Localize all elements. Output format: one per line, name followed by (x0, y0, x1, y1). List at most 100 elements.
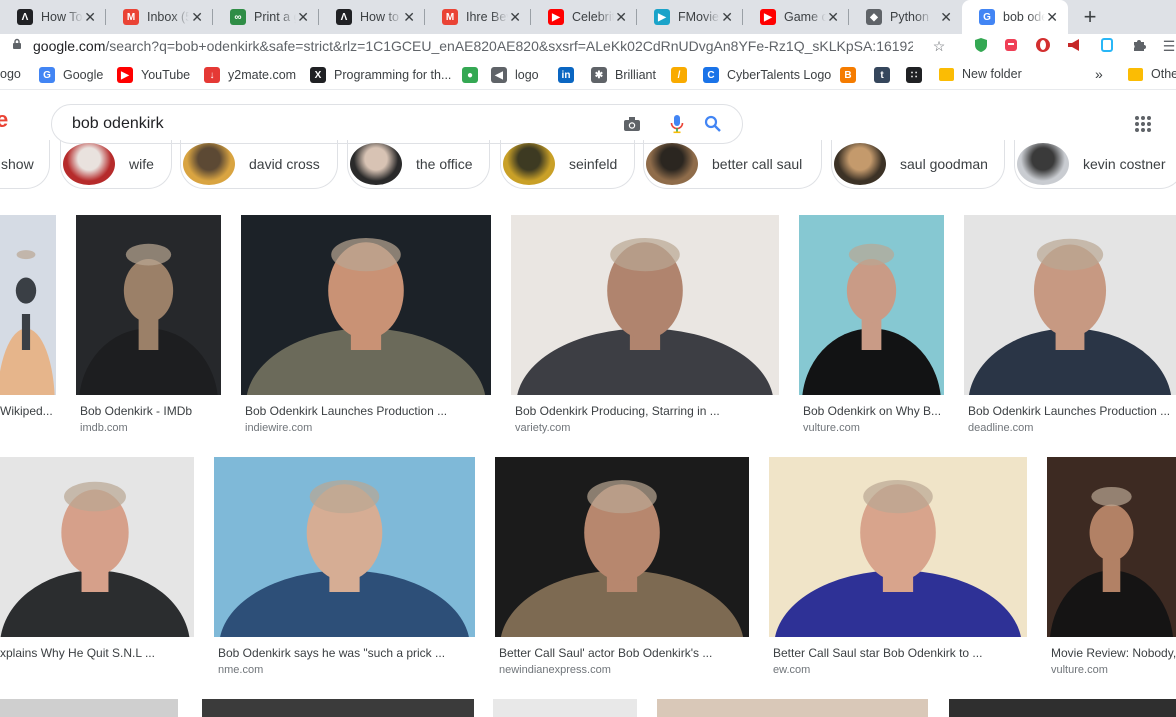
result-caption[interactable]: Movie Review: Nobody, (1051, 646, 1176, 660)
result-caption[interactable]: Bob Odenkirk Producing, Starring in ... (515, 404, 720, 418)
image-result[interactable]: Bob Odenkirk Launches Production ... indi… (241, 215, 491, 435)
image-result[interactable]: Bob Odenkirk Producing, Starring in ... v… (511, 215, 779, 435)
result-thumbnail[interactable] (76, 215, 221, 395)
result-thumbnail[interactable] (799, 215, 944, 395)
search-input[interactable]: bob odenkirk (72, 115, 164, 133)
image-result[interactable]: Wikiped... (0, 215, 56, 435)
image-result[interactable]: Bob Odenkirk - IMDb imdb.com (76, 215, 221, 435)
bookmark-item[interactable]: B (840, 67, 856, 83)
google-logo-fragment[interactable]: e (0, 107, 8, 133)
bookmark-item[interactable]: / (671, 67, 687, 83)
result-source[interactable]: newindianexpress.com (499, 664, 611, 676)
result-source[interactable]: vulture.com (803, 422, 860, 434)
camera-icon[interactable] (623, 115, 641, 138)
bookmark-item[interactable]: ● (462, 67, 478, 83)
image-result[interactable]: Bob Odenkirk Launches Production ... dead… (964, 215, 1176, 435)
related-search-chip[interactable]: kevin costner (1014, 140, 1176, 189)
tab-close-icon[interactable]: ✕ (1046, 10, 1058, 24)
result-thumbnail[interactable] (202, 699, 474, 717)
related-search-chip[interactable]: david cross (180, 140, 338, 189)
bookmark-item[interactable]: ▶ YouTube (117, 67, 190, 83)
search-box[interactable]: bob odenkirk (51, 104, 743, 144)
result-caption[interactable]: Bob Odenkirk says he was "such a prick .… (218, 646, 445, 660)
result-source[interactable]: vulture.com (1051, 664, 1108, 676)
result-source[interactable]: deadline.com (968, 422, 1033, 434)
tab-2[interactable]: ∞ Print a g ✕ (213, 0, 319, 34)
tab-8[interactable]: ◆ Python ✕ (849, 0, 962, 34)
result-source[interactable]: variety.com (515, 422, 570, 434)
image-result[interactable]: Better Call Saul star Bob Odenkirk to ..… (769, 457, 1027, 677)
screenshot-extension-icon[interactable] (1098, 37, 1116, 55)
opera-extension-icon[interactable] (1034, 37, 1052, 55)
tab-close-icon[interactable]: ✕ (940, 10, 952, 24)
bookmark-item[interactable]: ✱ Brilliant (591, 67, 656, 83)
result-thumbnail[interactable] (1047, 457, 1176, 637)
bookmark-star-icon[interactable]: ☆ (930, 37, 948, 55)
related-search-chip[interactable]: better call saul (643, 140, 822, 189)
result-thumbnail[interactable] (241, 215, 491, 395)
google-apps-grid-icon[interactable] (1134, 115, 1152, 138)
tab-close-icon[interactable]: ✕ (191, 10, 203, 24)
search-icon[interactable] (704, 115, 722, 138)
result-thumbnail[interactable] (964, 215, 1176, 395)
bookmark-item[interactable]: X Programming for th... (310, 67, 451, 83)
bookmark-item[interactable]: ∷ (906, 67, 922, 83)
image-result[interactable]: Bob Odenkirk on Why B... vulture.com (799, 215, 944, 435)
result-thumbnail[interactable] (657, 699, 928, 717)
result-caption[interactable]: Bob Odenkirk - IMDb (80, 404, 192, 418)
microphone-icon[interactable] (670, 114, 684, 139)
result-thumbnail[interactable] (214, 457, 475, 637)
bookmark-item[interactable]: t (874, 67, 890, 83)
bookmark-item[interactable]: ◀ logo (491, 67, 539, 83)
result-caption[interactable]: Better Call Saul star Bob Odenkirk to ..… (773, 646, 982, 660)
result-thumbnail[interactable] (493, 699, 637, 717)
bookmark-item[interactable]: in (558, 67, 574, 83)
related-search-chip[interactable]: the office (347, 140, 490, 189)
lock-icon[interactable] (11, 38, 23, 53)
bookmark-item[interactable]: C CyberTalents Logo (703, 67, 831, 83)
bookmark-item[interactable]: Othe (1128, 67, 1176, 81)
related-search-chip[interactable]: seinfeld (500, 140, 635, 189)
result-source[interactable]: nme.com (218, 664, 263, 676)
related-search-chip[interactable]: show (0, 140, 50, 189)
image-result[interactable]: Better Call Saul' actor Bob Odenkirk's .… (495, 457, 749, 677)
tab-close-icon[interactable]: ✕ (84, 10, 96, 24)
image-result[interactable]: Movie Review: Nobody, vulture.com (1047, 457, 1176, 677)
address-bar[interactable]: google.com/search?q=bob+odenkirk&safe=st… (33, 38, 913, 54)
related-search-chip[interactable]: wife (60, 140, 172, 189)
result-thumbnail[interactable] (0, 215, 56, 395)
reading-list-icon[interactable]: ☰ (1160, 37, 1176, 55)
megaphone-extension-icon[interactable] (1066, 37, 1084, 55)
tab-close-icon[interactable]: ✕ (827, 10, 839, 24)
result-thumbnail[interactable] (495, 457, 749, 637)
bookmark-item[interactable]: ogo (0, 67, 21, 81)
result-thumbnail[interactable] (0, 457, 194, 637)
related-search-chip[interactable]: saul goodman (831, 140, 1005, 189)
result-caption[interactable]: Bob Odenkirk on Why B... (803, 404, 941, 418)
tab-6[interactable]: ▶ FMovies✕ (637, 0, 743, 34)
tab-close-icon[interactable]: ✕ (403, 10, 415, 24)
bookmark-item[interactable]: G Google (39, 67, 103, 83)
tab-close-icon[interactable]: ✕ (297, 10, 309, 24)
result-caption[interactable]: Wikiped... (0, 404, 53, 418)
bookmark-item[interactable]: New folder (939, 67, 1022, 81)
result-caption[interactable]: Bob Odenkirk Launches Production ... (968, 404, 1170, 418)
result-caption[interactable]: Bob Odenkirk Launches Production ... (245, 404, 447, 418)
tab-3[interactable]: Λ How to ✕ (319, 0, 425, 34)
result-caption[interactable]: Better Call Saul' actor Bob Odenkirk's .… (499, 646, 712, 660)
image-result[interactable]: Bob Odenkirk says he was "such a prick .… (214, 457, 475, 677)
bookmarks-overflow-chevron-icon[interactable]: » (1095, 66, 1103, 82)
tab-5[interactable]: ▶ Celebrit ✕ (531, 0, 637, 34)
extensions-puzzle-icon[interactable] (1130, 37, 1148, 55)
image-result[interactable]: xplains Why He Quit S.N.L ... (0, 457, 194, 677)
result-source[interactable]: indiewire.com (245, 422, 312, 434)
bookmark-item[interactable]: ↓ y2mate.com (204, 67, 296, 83)
tab-7[interactable]: ▶ Game o ✕ (743, 0, 849, 34)
tab-close-icon[interactable]: ✕ (509, 10, 521, 24)
new-tab-button[interactable]: + (1079, 0, 1101, 34)
result-thumbnail[interactable] (511, 215, 779, 395)
result-thumbnail[interactable] (769, 457, 1027, 637)
tab-1[interactable]: M Inbox (5 ✕ (106, 0, 213, 34)
tab-close-icon[interactable]: ✕ (615, 10, 627, 24)
tab-0[interactable]: Λ How To ✕ (0, 0, 106, 34)
